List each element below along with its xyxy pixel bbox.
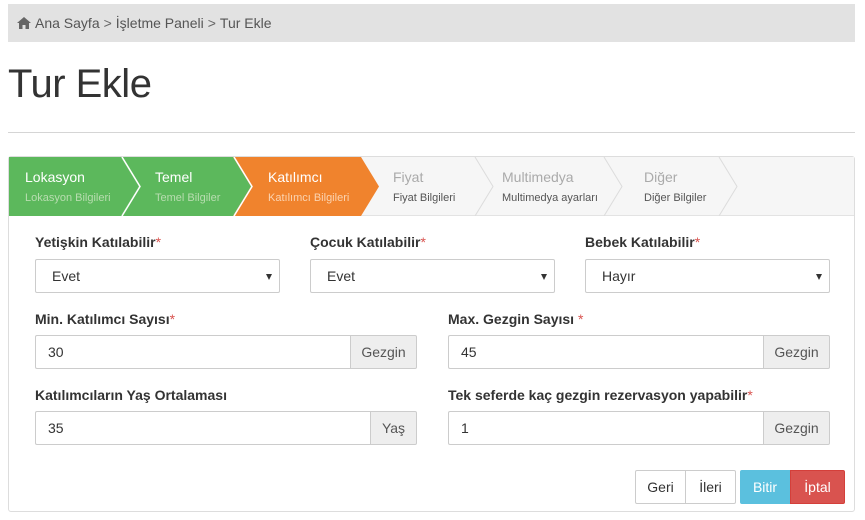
step-subtitle: Lokasyon Bilgileri [25, 192, 111, 204]
step-divider [718, 157, 738, 216]
baby-select[interactable]: Hayır [585, 259, 830, 293]
age-average-addon: Yaş [370, 411, 417, 445]
step-katilimci[interactable]: Katılımcı Katılımcı Bilgileri [268, 169, 349, 204]
max-travelers-input[interactable]: 45 [448, 335, 763, 369]
step-title: Multimedya [502, 169, 574, 185]
min-participants-group: 30 Gezgin [35, 335, 417, 369]
wizard-steps: Lokasyon Lokasyon Bilgileri Temel Temel … [9, 157, 854, 216]
step-title: Temel [155, 169, 193, 185]
required-mark: * [169, 311, 176, 327]
min-participants-label-text: Min. Katılımcı Sayısı [35, 311, 170, 327]
step-divider [603, 157, 623, 216]
back-button[interactable]: Geri [635, 470, 686, 504]
required-mark: * [155, 234, 162, 250]
step-title: Diğer [644, 169, 678, 185]
age-average-input[interactable]: 35 [35, 411, 370, 445]
per-booking-group: 1 Gezgin [448, 411, 830, 445]
adult-select-value: Evet [52, 268, 81, 284]
step-temel[interactable]: Temel Temel Bilgiler [155, 169, 220, 204]
caret-down-icon [541, 274, 547, 280]
step-title: Katılımcı [268, 169, 323, 185]
child-label: Çocuk Katılabilir* [310, 234, 426, 250]
age-average-label: Katılımcıların Yaş Ortalaması [35, 387, 227, 403]
breadcrumb-separator: > [103, 15, 112, 31]
step-title: Fiyat [393, 169, 424, 185]
per-booking-label: Tek seferde kaç gezgin rezervasyon yapab… [448, 387, 753, 403]
required-mark: * [420, 234, 426, 250]
step-lokasyon[interactable]: Lokasyon Lokasyon Bilgileri [25, 169, 111, 204]
child-select[interactable]: Evet [310, 259, 555, 293]
max-travelers-group: 45 Gezgin [448, 335, 830, 369]
wizard-panel: Lokasyon Lokasyon Bilgileri Temel Temel … [8, 156, 855, 512]
next-button[interactable]: İleri [685, 470, 736, 504]
min-participants-input[interactable]: 30 [35, 335, 350, 369]
step-subtitle: Multimedya ayarları [502, 192, 598, 204]
breadcrumb-current: Tur Ekle [219, 15, 272, 31]
step-subtitle: Temel Bilgiler [155, 192, 221, 204]
per-booking-input[interactable]: 1 [448, 411, 763, 445]
required-mark: * [577, 311, 584, 327]
required-mark: * [694, 234, 701, 250]
required-mark: * [747, 387, 753, 403]
home-icon [17, 17, 31, 29]
max-travelers-addon: Gezgin [763, 335, 830, 369]
baby-label-text: Bebek Katılabilir [585, 234, 695, 250]
caret-down-icon [266, 274, 272, 280]
step-title: Lokasyon [25, 169, 85, 185]
breadcrumb-separator: > [207, 15, 216, 31]
breadcrumb: Ana Sayfa > İşletme Paneli > Tur Ekle [8, 4, 855, 42]
step-subtitle: Katılımcı Bilgileri [268, 192, 350, 204]
page-title: Tur Ekle [8, 62, 152, 106]
max-travelers-label-text: Max. Gezgin Sayısı [448, 311, 575, 327]
age-average-group: 35 Yaş [35, 411, 417, 445]
adult-label: Yetişkin Katılabilir* [35, 234, 161, 250]
finish-button[interactable]: Bitir [740, 470, 790, 504]
min-participants-addon: Gezgin [350, 335, 417, 369]
child-select-value: Evet [327, 268, 356, 284]
step-divider [474, 157, 494, 216]
child-label-text: Çocuk Katılabilir [310, 234, 421, 250]
step-multimedya[interactable]: Multimedya Multimedya ayarları [502, 169, 598, 204]
baby-select-value: Hayır [602, 268, 636, 284]
per-booking-addon: Gezgin [763, 411, 830, 445]
cancel-button[interactable]: İptal [790, 470, 845, 504]
breadcrumb-panel-link[interactable]: İşletme Paneli [116, 15, 204, 31]
caret-down-icon [816, 274, 822, 280]
step-subtitle: Diğer Bilgiler [644, 192, 707, 204]
title-divider [8, 132, 855, 133]
adult-select[interactable]: Evet [35, 259, 280, 293]
adult-label-text: Yetişkin Katılabilir [35, 234, 156, 250]
per-booking-label-text: Tek seferde kaç gezgin rezervasyon yapab… [448, 387, 748, 403]
age-average-label-text: Katılımcıların Yaş Ortalaması [35, 387, 227, 403]
step-diger[interactable]: Diğer Diğer Bilgiler [644, 169, 706, 204]
breadcrumb-home-link[interactable]: Ana Sayfa [35, 15, 100, 31]
step-fiyat[interactable]: Fiyat Fiyat Bilgileri [393, 169, 455, 204]
baby-label: Bebek Katılabilir* [585, 234, 700, 250]
max-travelers-label: Max. Gezgin Sayısı * [448, 311, 583, 327]
step-subtitle: Fiyat Bilgileri [393, 192, 456, 204]
min-participants-label: Min. Katılımcı Sayısı* [35, 311, 175, 327]
